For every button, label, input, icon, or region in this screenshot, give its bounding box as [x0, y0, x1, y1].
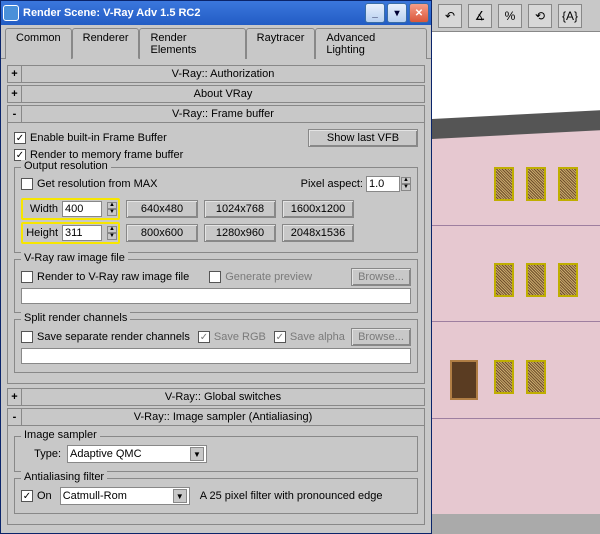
pixel-aspect-spinner[interactable]: ▲▼	[401, 177, 411, 191]
width-input[interactable]	[65, 203, 99, 215]
building-window	[526, 263, 546, 297]
tab-raytracer[interactable]: Raytracer	[246, 28, 316, 59]
viewport-toolbar: ↶ ∡ % ⟲ {A}	[432, 0, 600, 32]
building-door	[450, 360, 478, 400]
close-button[interactable]: ✕	[409, 3, 429, 23]
type-label: Type:	[21, 448, 61, 460]
image-sampler-title: Image sampler	[21, 429, 100, 441]
rollup-authorization[interactable]: + V-Ray:: Authorization	[7, 65, 425, 83]
aa-on-checkbox[interactable]	[21, 490, 33, 502]
save-alpha-label: Save alpha	[290, 331, 345, 343]
building-window	[494, 360, 514, 394]
collapse-icon: -	[8, 106, 22, 122]
enable-frame-buffer-label: Enable built-in Frame Buffer	[30, 132, 167, 144]
expand-icon: +	[8, 66, 22, 82]
generate-preview-label: Generate preview	[225, 271, 312, 283]
tab-renderer[interactable]: Renderer	[72, 28, 140, 59]
raw-image-title: V-Ray raw image file	[21, 252, 128, 264]
get-resolution-label: Get resolution from MAX	[37, 178, 157, 190]
pixel-aspect-input[interactable]	[369, 178, 397, 190]
tab-strip: Common Renderer Render Elements Raytrace…	[1, 25, 431, 59]
render-raw-label: Render to V-Ray raw image file	[37, 271, 189, 283]
generate-preview-checkbox	[209, 271, 221, 283]
image-sampler-group: Image sampler Type: Adaptive QMC ▼	[14, 436, 418, 472]
preset-1024x768[interactable]: 1024x768	[204, 200, 276, 218]
viewport-scene	[432, 32, 600, 514]
expand-icon: +	[8, 389, 22, 405]
rotate-icon[interactable]: ⟲	[528, 4, 552, 28]
chevron-down-icon: ▼	[190, 447, 204, 461]
antialiasing-group: Antialiasing filter On Catmull-Rom ▼ A 2…	[14, 478, 418, 514]
building-roof	[432, 110, 600, 139]
expand-icon: +	[8, 86, 22, 102]
aa-on-label: On	[37, 490, 52, 502]
save-rgb-checkbox	[198, 331, 210, 343]
raw-browse-button: Browse...	[351, 268, 411, 286]
building-window	[558, 167, 578, 201]
building-window	[526, 360, 546, 394]
tab-advanced-lighting[interactable]: Advanced Lighting	[315, 28, 427, 59]
chevron-down-icon: ▼	[173, 489, 187, 503]
height-input[interactable]	[65, 227, 99, 239]
minimize-button[interactable]: _	[365, 3, 385, 23]
tab-common[interactable]: Common	[5, 28, 72, 59]
rollup-global-switches[interactable]: + V-Ray:: Global switches	[7, 388, 425, 406]
split-path-input[interactable]	[24, 350, 408, 362]
preset-2048x1536[interactable]: 2048x1536	[282, 224, 354, 242]
render-raw-checkbox[interactable]	[21, 271, 33, 283]
pixel-aspect-label: Pixel aspect:	[301, 178, 363, 190]
building-window	[494, 167, 514, 201]
viewport[interactable]: ↶ ∡ % ⟲ {A}	[432, 0, 600, 514]
save-separate-label: Save separate render channels	[37, 331, 190, 343]
preset-1600x1200[interactable]: 1600x1200	[282, 200, 354, 218]
save-alpha-checkbox	[274, 331, 286, 343]
text-tool-icon[interactable]: {A}	[558, 4, 582, 28]
tab-render-elements[interactable]: Render Elements	[139, 28, 245, 59]
percent-icon[interactable]: %	[498, 4, 522, 28]
tray-button[interactable]: ▾	[387, 3, 407, 23]
width-spinner[interactable]: ▲▼	[107, 202, 117, 216]
enable-frame-buffer-checkbox[interactable]	[14, 132, 26, 144]
sampler-type-dropdown[interactable]: Adaptive QMC ▼	[67, 445, 207, 463]
image-sampler-body: Image sampler Type: Adaptive QMC ▼ Antia…	[7, 426, 425, 525]
preset-800x600[interactable]: 800x600	[126, 224, 198, 242]
collapse-icon: -	[8, 409, 22, 425]
building-window	[494, 263, 514, 297]
rollup-about[interactable]: + About VRay	[7, 85, 425, 103]
undo-icon[interactable]: ↶	[438, 4, 462, 28]
preset-640x480[interactable]: 640x480	[126, 200, 198, 218]
building-window	[558, 263, 578, 297]
split-channels-title: Split render channels	[21, 312, 130, 324]
output-resolution-group: Output resolution Get resolution from MA…	[14, 167, 418, 253]
height-label: Height	[24, 227, 58, 239]
rollup-image-sampler[interactable]: - V-Ray:: Image sampler (Antialiasing)	[7, 408, 425, 426]
render-scene-dialog: Render Scene: V-Ray Adv 1.5 RC2 _ ▾ ✕ Co…	[0, 0, 432, 534]
building-window	[526, 167, 546, 201]
split-browse-button: Browse...	[351, 328, 411, 346]
save-rgb-label: Save RGB	[214, 331, 266, 343]
height-spinner[interactable]: ▲▼	[107, 226, 117, 240]
angle-icon[interactable]: ∡	[468, 4, 492, 28]
output-resolution-title: Output resolution	[21, 160, 111, 172]
window-title: Render Scene: V-Ray Adv 1.5 RC2	[23, 7, 363, 19]
titlebar[interactable]: Render Scene: V-Ray Adv 1.5 RC2 _ ▾ ✕	[1, 1, 431, 25]
antialiasing-title: Antialiasing filter	[21, 471, 107, 483]
preset-1280x960[interactable]: 1280x960	[204, 224, 276, 242]
frame-buffer-body: Enable built-in Frame Buffer Show last V…	[7, 123, 425, 384]
panel-body: + V-Ray:: Authorization + About VRay - V…	[1, 59, 431, 533]
aa-filter-desc: A 25 pixel filter with pronounced edge	[200, 490, 383, 502]
get-resolution-checkbox[interactable]	[21, 178, 33, 190]
rollup-frame-buffer[interactable]: - V-Ray:: Frame buffer	[7, 105, 425, 123]
raw-image-group: V-Ray raw image file Render to V-Ray raw…	[14, 259, 418, 313]
show-last-vfb-button[interactable]: Show last VFB	[308, 129, 418, 147]
raw-path-input[interactable]	[24, 290, 408, 302]
app-icon	[3, 5, 19, 21]
save-separate-checkbox[interactable]	[21, 331, 33, 343]
aa-filter-dropdown[interactable]: Catmull-Rom ▼	[60, 487, 190, 505]
split-channels-group: Split render channels Save separate rend…	[14, 319, 418, 373]
width-label: Width	[24, 203, 58, 215]
